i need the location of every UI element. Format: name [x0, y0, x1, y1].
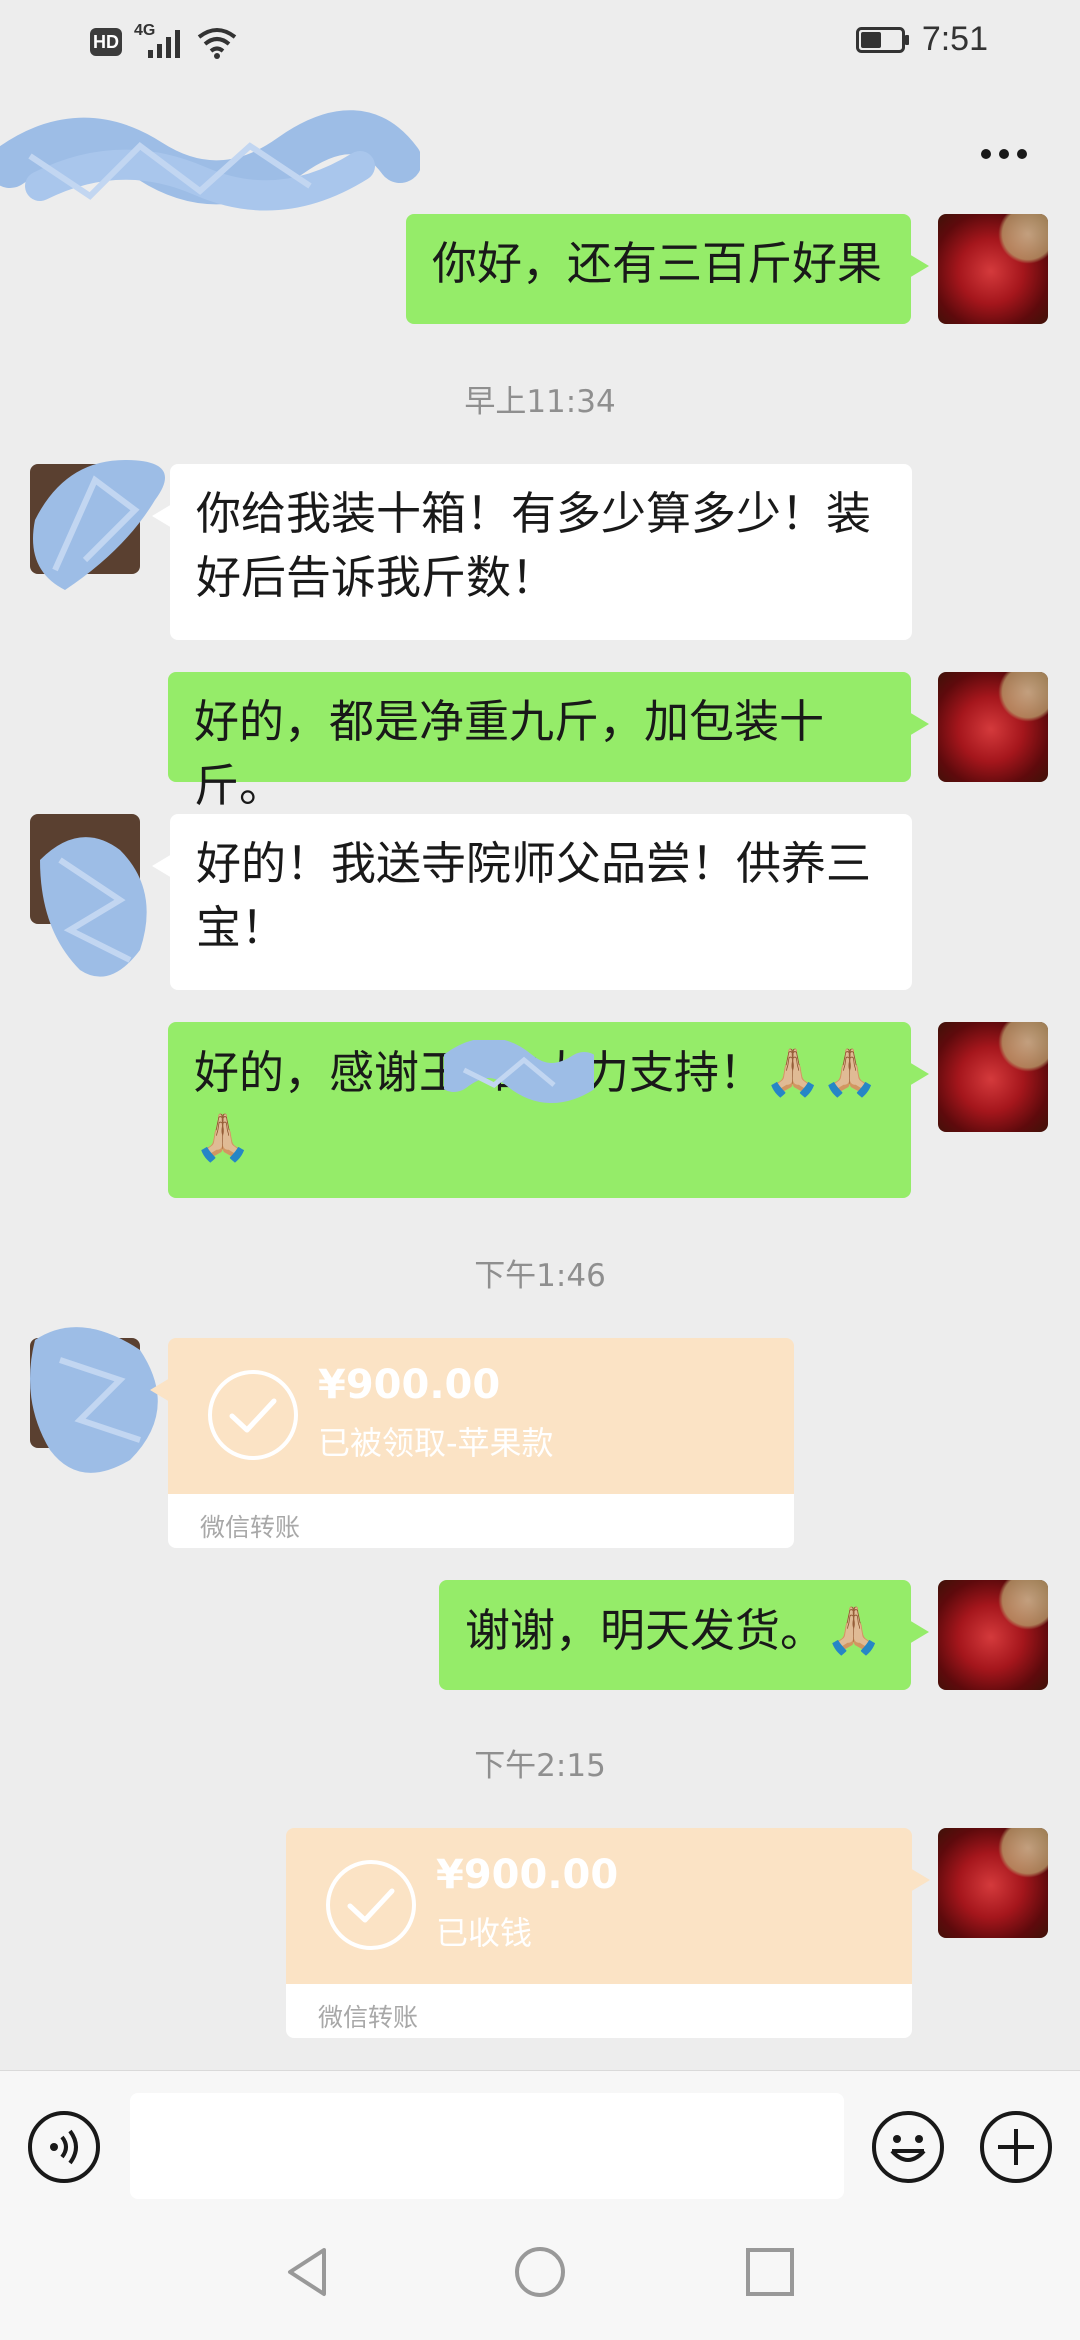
self-avatar[interactable] — [938, 1828, 1048, 1938]
redacted-contact-name — [0, 110, 420, 211]
transfer-amount: ¥900.00 — [318, 1362, 501, 1408]
plus-icon[interactable] — [978, 2109, 1054, 2185]
message-bubble-self[interactable]: 谢谢，明天发货。🙏🏼 — [439, 1580, 929, 1690]
self-avatar[interactable] — [938, 214, 1048, 324]
self-avatar[interactable] — [938, 1580, 1048, 1690]
message-text-line: 宝！ — [196, 901, 287, 954]
message-text: 谢谢，明天发货。 — [465, 1604, 826, 1657]
check-circle-icon — [208, 1370, 298, 1460]
chat-title-bar — [0, 84, 1080, 214]
message-bubble-self[interactable]: 好的，都是净重九斤，加包装十斤。 — [168, 672, 929, 812]
timestamp: 早上11:34 — [464, 384, 616, 420]
recents-icon[interactable] — [740, 2242, 800, 2302]
message-text-line: 你给我装十箱！有多少算多少！装 — [196, 487, 872, 540]
self-avatar[interactable] — [938, 1022, 1048, 1132]
message-text: 你好，还有三百斤好果 — [432, 237, 883, 290]
message-bubble-other[interactable]: 好的！我送寺院师父品尝！供养三 宝！ — [152, 814, 912, 990]
input-bar — [0, 2070, 1080, 2206]
transfer-amount: ¥900.00 — [436, 1852, 619, 1898]
message-text-line: 好的！我送寺院师父品尝！供养三 — [196, 837, 872, 890]
message-text-line: 好后告诉我斤数！ — [196, 551, 557, 604]
check-circle-icon — [326, 1860, 416, 1950]
emoji-icon[interactable] — [870, 2109, 946, 2185]
praying-hands-emoji: 🙏🏼🙏🏼 — [764, 1045, 879, 1099]
message-bubble-other[interactable]: 你给我装十箱！有多少算多少！装 好后告诉我斤数！ — [152, 464, 912, 640]
more-icon — [981, 149, 1027, 159]
self-avatar[interactable] — [938, 672, 1048, 782]
voice-icon[interactable] — [26, 2109, 102, 2185]
message-text: 好的，都是净重九斤，加包装十斤。 — [194, 695, 825, 812]
more-options-button[interactable] — [964, 124, 1044, 184]
message-bubble-self[interactable]: 你好，还有三百斤好果 — [406, 214, 929, 324]
transfer-card-sent[interactable]: ¥900.00 已收钱 微信转账 — [286, 1828, 930, 2038]
message-input[interactable] — [130, 2093, 844, 2199]
transfer-footer: 微信转账 — [168, 1494, 794, 1548]
message-text: 好的，感谢王 — [194, 1046, 465, 1099]
status-bar: HD 4G 7:51 — [0, 0, 1080, 84]
transfer-card-received[interactable]: ¥900.00 已被领取-苹果款 微信转账 — [150, 1338, 794, 1548]
signal-icon: 4G — [134, 22, 186, 60]
hd-icon: HD — [90, 28, 122, 56]
redacted-avatar — [40, 837, 147, 977]
wifi-icon — [197, 28, 237, 59]
home-icon[interactable] — [510, 2242, 570, 2302]
message-bubble-self[interactable]: 好的，感谢王 的大力支持！🙏🏼🙏🏼 🙏🏼 — [168, 1022, 929, 1198]
transfer-note: 已被领取-苹果款 — [318, 1424, 554, 1462]
timestamp: 下午1:46 — [474, 1258, 606, 1294]
clock: 7:51 — [921, 20, 988, 58]
transfer-note: 已收钱 — [436, 1914, 533, 1952]
redacted-name — [444, 1040, 594, 1103]
battery-icon — [855, 26, 909, 53]
transfer-footer: 微信转账 — [286, 1984, 912, 2038]
timestamp: 下午2:15 — [474, 1748, 606, 1784]
back-icon[interactable] — [280, 2242, 340, 2302]
system-nav-bar — [0, 2206, 1080, 2340]
praying-hands-emoji: 🙏🏼 — [194, 1110, 252, 1164]
praying-hands-emoji: 🙏🏼 — [825, 1603, 883, 1657]
